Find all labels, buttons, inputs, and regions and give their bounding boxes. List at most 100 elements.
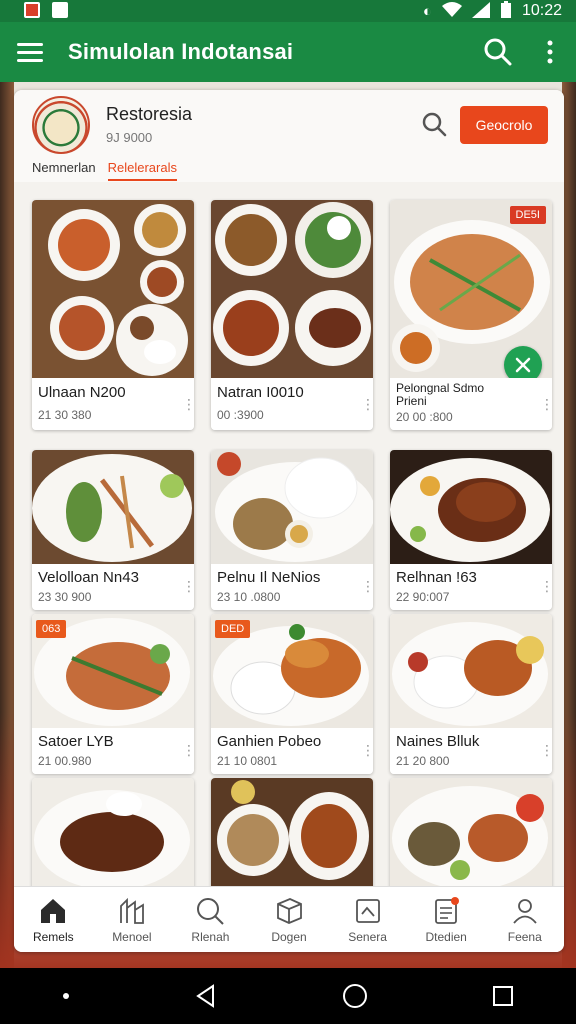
menu-item-card[interactable]: 063 Satoer LYB 21 00.980 ⋮ <box>32 614 194 774</box>
nav-label: Senera <box>348 929 387 944</box>
menu-item-card[interactable]: Naines Blluk 21 20 800 ⋮ <box>390 614 552 774</box>
menu-item-name: Ganhien Pobeo <box>217 733 322 750</box>
cell-signal-icon <box>471 1 490 21</box>
wifi-icon <box>441 1 462 21</box>
restaurant-card: Restoresia 9J 9000 Geocrolo Nemnerlan Re… <box>14 90 564 952</box>
item-more-icon[interactable]: ⋮ <box>182 743 194 757</box>
system-navigation-bar <box>0 968 576 1024</box>
menu-item-price: 22 90:007 <box>396 590 450 604</box>
dish-photo <box>211 778 373 898</box>
hamburger-icon <box>17 43 43 62</box>
nav-item-4[interactable]: Senera <box>328 887 407 952</box>
dish-photo <box>32 778 194 898</box>
dish-photo <box>390 614 552 728</box>
menu-item-card[interactable]: Relhnan !63 22 90:007 ⋮ <box>390 450 552 610</box>
menu-item-card[interactable] <box>32 778 194 898</box>
menu-item-name: Natran I0010 <box>217 384 304 401</box>
tab-1[interactable]: Relelerarals <box>107 160 177 181</box>
item-badge: 063 <box>36 620 67 638</box>
item-more-icon[interactable]: ⋮ <box>182 579 194 593</box>
home-button-icon[interactable] <box>341 982 369 1010</box>
store-icon <box>119 897 144 924</box>
menu-item-name: Satoer LYB <box>38 733 114 750</box>
more-vert-icon <box>547 40 553 64</box>
data-saver-icon: ◐ <box>422 2 432 20</box>
menu-item-card[interactable] <box>211 778 373 898</box>
card-icon <box>355 898 380 923</box>
menu-item-price: 20 00 :800 <box>396 410 453 424</box>
home-icon <box>41 898 66 923</box>
battery-icon <box>500 0 512 22</box>
search-icon <box>197 897 225 925</box>
menu-item-card[interactable]: DED Ganhien Pobeo 21 10 0801 ⋮ <box>211 614 373 774</box>
bottom-navigation: Remels Menoel Rlenah Dogen Senera Dtedie… <box>14 886 564 952</box>
nav-label: Dtedien <box>425 929 467 944</box>
nav-item-0[interactable]: Remels <box>14 887 93 952</box>
item-more-icon[interactable]: ⋮ <box>540 743 552 757</box>
restaurant-header: Restoresia 9J 9000 Geocrolo Nemnerlan Re… <box>14 90 564 182</box>
app-bar: Simulolan Indotansai <box>0 22 576 82</box>
menu-item-price: 21 20 800 <box>396 754 450 768</box>
item-badge: DE5I <box>509 206 546 224</box>
menu-item-card[interactable]: Velolloan Nn43 23 30 900 ⋮ <box>32 450 194 610</box>
overflow-menu-button[interactable] <box>524 22 576 82</box>
menu-item-card[interactable]: Natran I0010 00 :3900 ⋮ <box>211 200 373 430</box>
dish-photo <box>390 450 552 564</box>
menu-item-card[interactable]: Pelnu Il NeNios 23 10 .0800 ⋮ <box>211 450 373 610</box>
item-more-icon[interactable]: ⋮ <box>361 579 373 593</box>
orders-icon <box>435 896 460 924</box>
menu-item-card[interactable]: DE5I Pelongnal Sdmo Prieni 20 00 :800 ⋮ <box>390 200 552 430</box>
restaurant-tabs: Nemnerlan Relelerarals <box>32 160 177 181</box>
restaurant-subtitle: 9J 9000 <box>106 130 153 145</box>
item-more-icon[interactable]: ⋮ <box>361 743 373 757</box>
item-more-icon[interactable]: ⋮ <box>540 579 552 593</box>
nav-item-2[interactable]: Rlenah <box>171 887 250 952</box>
item-more-icon[interactable]: ⋮ <box>540 397 552 411</box>
menu-item-price: 21 30 380 <box>38 408 92 422</box>
menu-item-name: Relhnan !63 <box>396 569 477 586</box>
nav-item-1[interactable]: Menoel <box>93 887 172 952</box>
menu-item-name: Velolloan Nn43 <box>38 569 139 586</box>
nav-label: Feena <box>507 929 542 944</box>
dish-photo <box>32 450 194 564</box>
menu-item-price: 23 10 .0800 <box>217 590 281 604</box>
menu-item-name: Pelongnal Sdmo Prieni <box>396 381 485 408</box>
dish-photo <box>211 200 373 378</box>
nav-item-5[interactable]: Dtedien <box>407 887 486 952</box>
status-bar: ◐ 10:22 <box>0 0 576 22</box>
status-time: 10:22 <box>521 2 562 19</box>
item-more-icon[interactable]: ⋮ <box>361 397 373 411</box>
back-icon[interactable] <box>193 983 219 1009</box>
nav-item-3[interactable]: Dogen <box>250 887 329 952</box>
restaurant-action-button[interactable]: Geocrolo <box>460 106 548 144</box>
menu-button[interactable] <box>0 22 60 82</box>
dish-photo <box>32 200 194 378</box>
tab-0[interactable]: Nemnerlan <box>32 160 96 181</box>
nav-label: Dogen <box>271 929 307 944</box>
appbar-search-button[interactable] <box>472 22 524 82</box>
dot-icon <box>63 993 69 999</box>
nav-label: Remels <box>32 929 74 944</box>
restaurant-search-button[interactable] <box>420 110 450 140</box>
menu-item-card[interactable] <box>390 778 552 898</box>
recents-icon[interactable] <box>491 984 515 1008</box>
restaurant-name: Restoresia <box>106 104 193 124</box>
search-icon <box>422 112 447 137</box>
menu-item-card[interactable]: Ulnaan N200 21 30 380 ⋮ <box>32 200 194 430</box>
menu-item-price: 23 30 900 <box>38 590 92 604</box>
search-icon <box>484 38 512 66</box>
box-icon <box>277 897 302 924</box>
nav-label: Rlenah <box>191 929 230 944</box>
app-title: Simulolan Indotansai <box>68 39 294 64</box>
menu-item-price: 21 00.980 <box>38 754 92 768</box>
restaurant-logo <box>32 96 90 154</box>
nav-label: Menoel <box>112 929 152 944</box>
dish-photo <box>390 778 552 898</box>
item-more-icon[interactable]: ⋮ <box>182 397 194 411</box>
profile-icon <box>513 898 537 924</box>
image-notification-icon <box>52 2 68 18</box>
menu-item-price: 21 10 0801 <box>217 754 278 768</box>
utensils-icon <box>515 357 531 373</box>
nav-item-6[interactable]: Feena <box>485 887 564 952</box>
menu-item-name: Ulnaan N200 <box>38 384 126 401</box>
